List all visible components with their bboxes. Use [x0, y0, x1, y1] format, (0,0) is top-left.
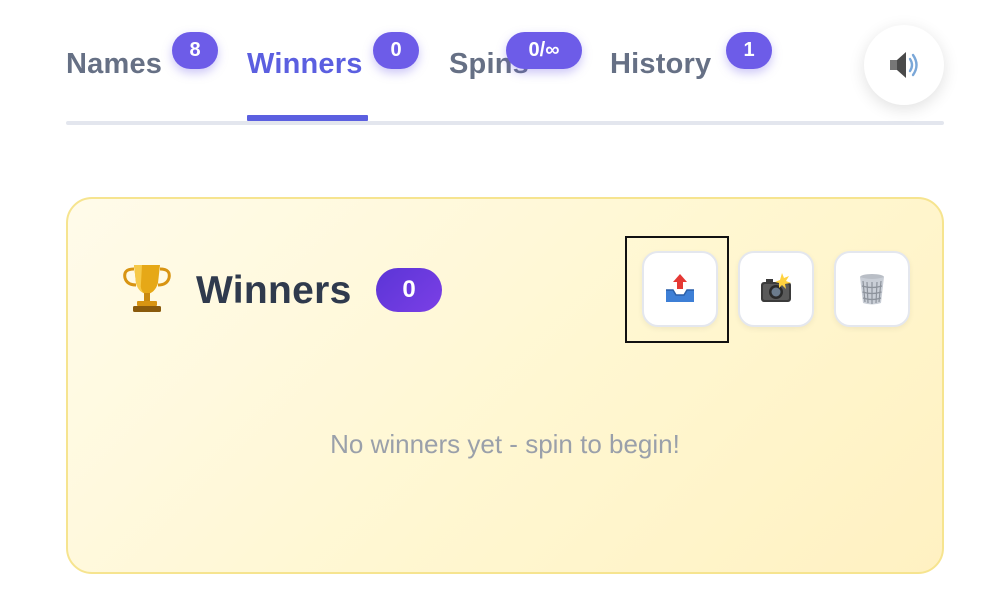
trophy-icon	[123, 265, 171, 312]
empty-state-message: No winners yet - spin to begin!	[330, 429, 680, 459]
clear-button[interactable]	[834, 251, 910, 327]
speaker-icon	[890, 52, 918, 78]
trash-can-icon	[860, 274, 884, 305]
winners-count-badge: 0	[373, 32, 419, 69]
sound-toggle-button[interactable]	[864, 25, 944, 105]
screenshot-button[interactable]	[738, 251, 814, 327]
tab-names[interactable]: Names	[66, 46, 168, 122]
page: Names 8 Winners 0 Spins 0/∞ History 1 Wi…	[0, 0, 1002, 608]
tab-bar: Names 8 Winners 0 Spins 0/∞ History 1	[66, 0, 944, 126]
camera-flash-icon	[761, 273, 791, 302]
history-count-badge: 1	[726, 32, 772, 69]
export-button[interactable]	[642, 251, 718, 327]
tab-winners[interactable]: Winners	[247, 46, 369, 122]
card-title: Winners	[196, 269, 352, 312]
winners-count-pill: 0	[376, 268, 442, 312]
outbox-tray-icon	[666, 274, 694, 302]
tab-label: Names	[66, 48, 163, 80]
names-count-badge: 8	[172, 32, 218, 69]
tab-history[interactable]: History	[610, 46, 720, 122]
winners-card: Winners 0 No winners yet - spin to begin…	[66, 197, 944, 574]
tab-bar-divider	[66, 121, 944, 125]
tab-label: Winners	[247, 48, 363, 80]
tab-label: History	[610, 48, 712, 80]
spins-count-badge: 0/∞	[506, 32, 582, 69]
